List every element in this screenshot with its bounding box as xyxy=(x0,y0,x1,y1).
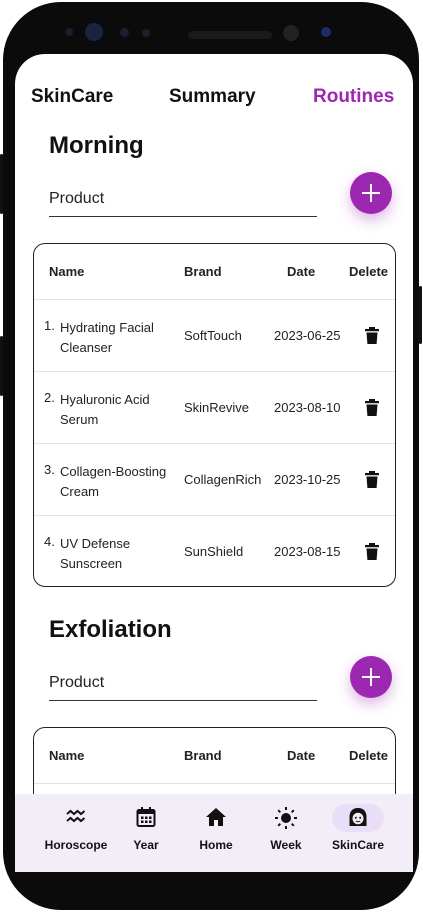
product-date: 2023-06-25 xyxy=(274,328,341,343)
top-tab-bar: SkinCare Summary Routines xyxy=(15,86,413,116)
add-product-button[interactable] xyxy=(350,172,392,214)
product-placeholder: Product xyxy=(49,674,105,691)
product-name: Hyaluronic Acid Serum xyxy=(60,392,150,427)
column-header-date: Date xyxy=(287,748,316,763)
product-placeholder: Product xyxy=(49,190,105,207)
table-row: 3. Collagen-Boosting Cream CollagenRich … xyxy=(34,443,395,516)
product-name: UV Defense Sunscreen xyxy=(60,536,131,571)
trash-icon[interactable] xyxy=(365,471,379,488)
nav-label: Week xyxy=(270,838,302,852)
sensor-icon xyxy=(142,29,150,37)
tab-skincare[interactable]: SkinCare xyxy=(31,86,113,108)
tab-summary[interactable]: Summary xyxy=(169,86,256,108)
nav-skincare[interactable]: SkinCare xyxy=(319,794,397,872)
row-number: 4. xyxy=(44,534,55,549)
column-header-name: Name xyxy=(49,264,85,279)
product-date: 2023-08-15 xyxy=(274,544,341,559)
column-header-date: Date xyxy=(287,264,316,279)
row-number: 1. xyxy=(44,318,55,333)
home-icon xyxy=(206,808,226,826)
column-header-brand: Brand xyxy=(184,264,222,279)
table-row: 4. UV Defense Sunscreen SunShield 2023-0… xyxy=(34,515,395,586)
nav-label: Horoscope xyxy=(44,838,108,852)
add-product-button[interactable] xyxy=(350,656,392,698)
side-button xyxy=(0,336,3,396)
nav-label: Year xyxy=(133,838,159,852)
nav-label: SkinCare xyxy=(331,838,385,852)
section-title-exfoliation: Exfoliation xyxy=(49,616,172,643)
trash-icon[interactable] xyxy=(365,327,379,344)
nav-label: Home xyxy=(199,838,233,852)
sensor-icon xyxy=(65,28,73,36)
product-input-exfoliation[interactable]: Product xyxy=(49,670,317,701)
product-date: 2023-08-10 xyxy=(274,400,341,415)
product-brand: SunShield xyxy=(184,544,244,559)
calendar-icon xyxy=(136,807,156,827)
trash-icon[interactable] xyxy=(365,399,379,416)
row-number: 3. xyxy=(44,462,55,477)
phone-frame: SkinCare Summary Routines Morning Produc… xyxy=(0,2,422,910)
routine-table-morning: Name Brand Date Delete 1. Hydrating Faci… xyxy=(33,243,396,587)
sun-icon xyxy=(275,807,297,829)
section-title-morning: Morning xyxy=(49,132,144,159)
app-screen: SkinCare Summary Routines Morning Produc… xyxy=(15,54,413,872)
product-brand: CollagenRich xyxy=(184,472,262,487)
trash-icon[interactable] xyxy=(365,543,379,560)
product-name: Hydrating Facial Cleanser xyxy=(60,320,154,355)
product-name: Collagen-Boosting Cream xyxy=(60,464,167,499)
waves-icon xyxy=(66,809,86,823)
row-number: 2. xyxy=(44,390,55,405)
side-button xyxy=(0,154,3,214)
bottom-navigation: Horoscope Year Home Week SkinCare xyxy=(15,794,413,872)
nav-home[interactable]: Home xyxy=(177,794,255,872)
nav-horoscope[interactable]: Horoscope xyxy=(37,794,115,872)
face-icon xyxy=(349,808,367,826)
product-input-morning[interactable]: Product xyxy=(49,186,317,217)
product-brand: SoftTouch xyxy=(184,328,242,343)
column-header-delete: Delete xyxy=(349,748,389,763)
side-button xyxy=(419,286,422,344)
column-header-name: Name xyxy=(49,748,85,763)
sensor-icon xyxy=(321,27,331,37)
product-brand: SkinRevive xyxy=(184,400,250,415)
nav-year[interactable]: Year xyxy=(107,794,185,872)
nav-week[interactable]: Week xyxy=(247,794,325,872)
column-header-delete: Delete xyxy=(349,264,389,279)
table-row: 1. Hydrating Facial Cleanser SoftTouch 2… xyxy=(34,299,395,372)
camera-icon xyxy=(85,23,103,41)
column-header-brand: Brand xyxy=(184,748,222,763)
tab-routines[interactable]: Routines xyxy=(313,86,394,108)
front-camera-icon xyxy=(283,25,299,41)
table-row: 2. Hyaluronic Acid Serum SkinRevive 2023… xyxy=(34,371,395,444)
sensor-icon xyxy=(120,28,129,37)
speaker-grille xyxy=(188,31,272,39)
product-date: 2023-10-25 xyxy=(274,472,341,487)
